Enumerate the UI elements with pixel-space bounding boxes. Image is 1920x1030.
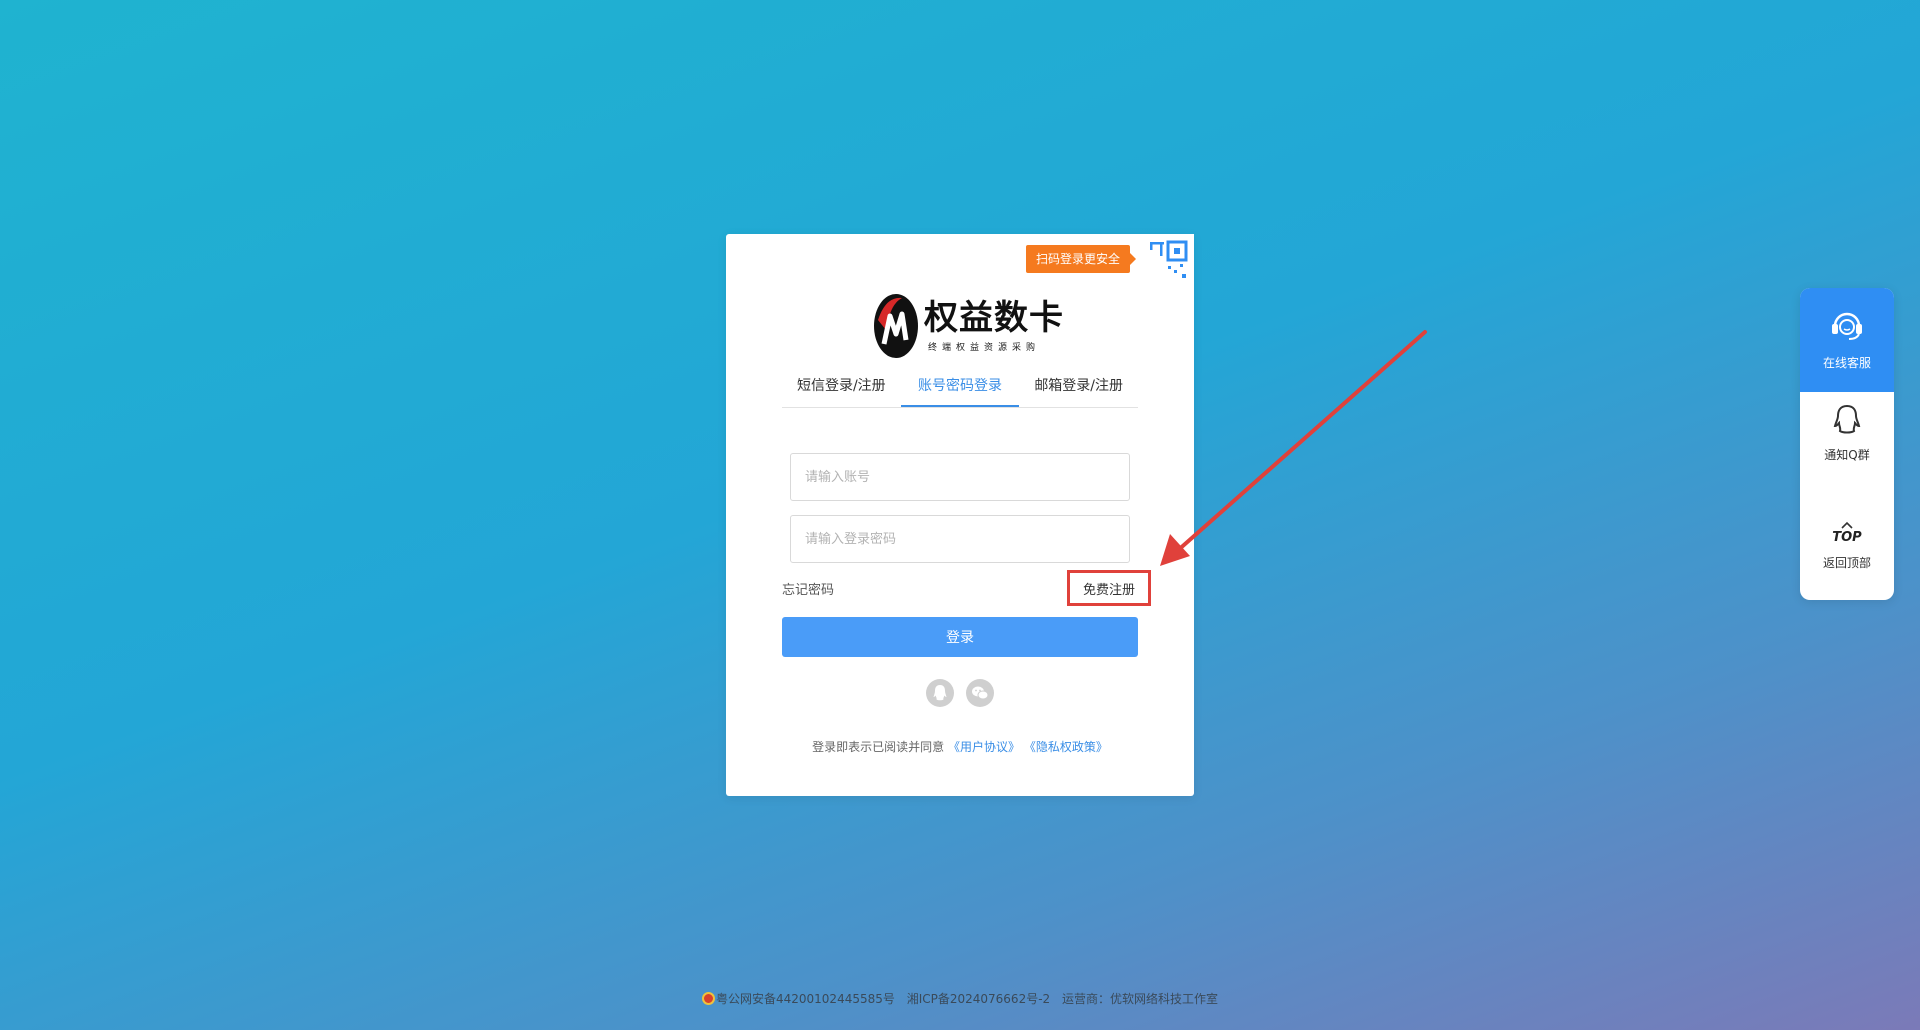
back-to-top-label: 返回顶部 <box>1822 556 1871 570</box>
login-button[interactable]: 登录 <box>782 617 1138 657</box>
agreement-text: 登录即表示已阅读并同意 《用户协议》 《隐私权政策》 <box>726 738 1194 755</box>
brand-name: 权益数卡 <box>924 298 1064 338</box>
top-text: TOP <box>1832 530 1862 545</box>
qq-group-icon <box>1833 404 1861 434</box>
login-card: 扫码登录更安全 权益数卡 终端权益资源采购 短信登录/注册 账号密码登录 邮箱登… <box>726 234 1194 796</box>
online-service-label: 在线客服 <box>1822 356 1871 370</box>
qq-icon <box>933 685 947 701</box>
forgot-password-link[interactable]: 忘记密码 <box>782 579 834 598</box>
brand-logo: 权益数卡 终端权益资源采购 <box>872 290 1063 360</box>
qq-login-icon[interactable] <box>926 679 954 707</box>
headset-icon <box>1832 312 1862 340</box>
qq-group-button[interactable]: 通知Q群 <box>1800 402 1894 472</box>
online-service-button[interactable]: 在线客服 <box>1800 288 1894 392</box>
police-badge-icon <box>701 992 715 1005</box>
footer: 粤公网安备44200102445585号 湘ICP备2024076662号-2 … <box>0 990 1920 1007</box>
police-record[interactable]: 粤公网安备44200102445585号 <box>701 992 895 1006</box>
account-input[interactable] <box>790 453 1130 501</box>
agreement-prefix: 登录即表示已阅读并同意 <box>812 740 945 754</box>
floating-toolbar: 在线客服 通知Q群 TOP 返回顶部 <box>1800 288 1894 600</box>
tab-email-login[interactable]: 邮箱登录/注册 <box>1019 366 1138 407</box>
tab-password-login[interactable]: 账号密码登录 <box>900 366 1020 407</box>
brand-tagline: 终端权益资源采购 <box>928 343 1041 353</box>
wechat-icon <box>972 686 989 700</box>
login-tabs: 短信登录/注册 账号密码登录 邮箱登录/注册 <box>782 366 1138 408</box>
user-agreement-link[interactable]: 《用户协议》 <box>948 740 1020 754</box>
privacy-policy-link[interactable]: 《隐私权政策》 <box>1024 740 1108 754</box>
police-record-text: 粤公网安备44200102445585号 <box>715 992 895 1006</box>
free-register-link[interactable]: 免费注册 <box>1067 570 1151 606</box>
operator-info: 运营商：优软网络科技工作室 <box>1062 992 1219 1006</box>
tab-sms-login[interactable]: 短信登录/注册 <box>782 366 901 407</box>
icp-record[interactable]: 湘ICP备2024076662号-2 <box>907 992 1050 1006</box>
back-to-top-button[interactable]: TOP 返回顶部 <box>1800 520 1894 580</box>
password-input[interactable] <box>790 515 1130 563</box>
qr-login-tip: 扫码登录更安全 <box>1025 245 1137 273</box>
wechat-login-icon[interactable] <box>966 679 994 707</box>
brand-logo-icon <box>874 294 918 358</box>
chevron-up-icon <box>1841 521 1853 529</box>
qq-group-label: 通知Q群 <box>1824 448 1870 462</box>
qr-code-icon[interactable] <box>1138 234 1194 290</box>
